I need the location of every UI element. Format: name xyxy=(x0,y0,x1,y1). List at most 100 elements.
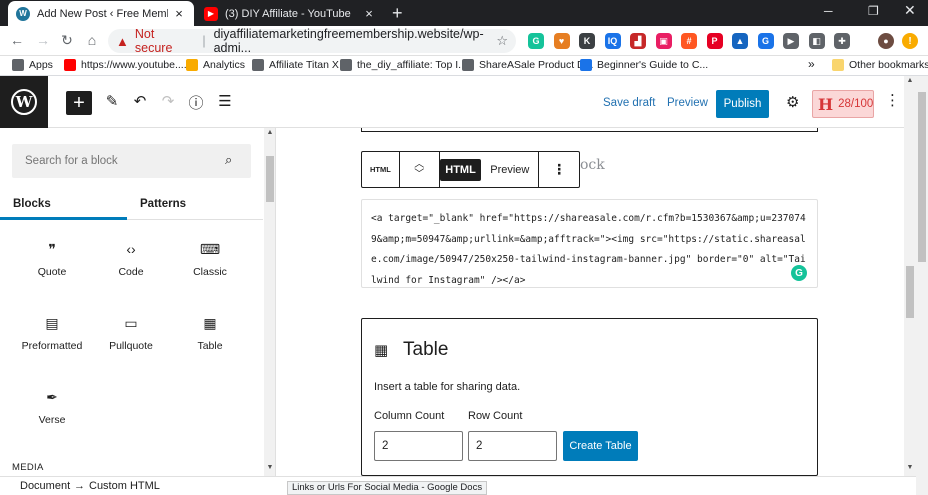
omnibox-divider: | xyxy=(202,34,206,48)
new-tab-icon[interactable]: + xyxy=(392,3,403,24)
iq-extension-icon[interactable]: IQ xyxy=(604,33,621,49)
scrollbar-thumb[interactable] xyxy=(266,156,274,202)
bookmark-label: ShareASale Product D... xyxy=(479,59,594,71)
more-options-icon[interactable]: ⋮ xyxy=(885,91,900,109)
canvas-scrollbar[interactable]: ▲ ▼ xyxy=(904,76,916,476)
bookmarks-bar: Apps https://www.youtube.... Analytics Affi… xyxy=(0,56,928,76)
translate-icon[interactable]: G xyxy=(757,33,774,49)
preview-tab-button[interactable]: Preview xyxy=(481,152,540,187)
close-tab-icon[interactable]: × xyxy=(172,6,186,21)
block-item-verse[interactable]: ✒ Verse xyxy=(12,386,92,426)
photo-extension-icon[interactable]: ▣ xyxy=(655,33,672,49)
bookmark-item[interactable]: Affiliate Titan X xyxy=(252,59,339,71)
scrollbar-thumb[interactable] xyxy=(906,266,914,318)
pinterest-icon[interactable]: P xyxy=(706,33,723,49)
column-count-input[interactable] xyxy=(374,431,463,461)
security-label: Not secure xyxy=(134,27,173,55)
window-scrollbar[interactable] xyxy=(916,76,928,495)
move-up-icon[interactable]: ︿ xyxy=(414,159,424,170)
home-icon[interactable]: ⌂ xyxy=(83,32,101,48)
settings-gear-icon[interactable]: ⚙ xyxy=(786,93,799,111)
scroll-down-icon[interactable]: ▼ xyxy=(264,464,275,471)
inserter-scrollbar[interactable]: ▲ ▼ xyxy=(264,128,275,476)
more-bookmarks-icon[interactable]: » xyxy=(808,57,815,71)
create-table-button[interactable]: Create Table xyxy=(563,431,638,461)
bookmark-item[interactable]: Beginner's Guide to C... xyxy=(580,59,708,71)
chart-extension-icon[interactable]: ▟ xyxy=(630,33,646,49)
table-icon: ▦ xyxy=(203,315,217,331)
bookmark-label: Apps xyxy=(29,59,53,71)
add-block-button[interactable]: + xyxy=(66,91,92,115)
close-window-icon[interactable]: ✕ xyxy=(904,2,916,19)
preview-button[interactable]: Preview xyxy=(667,97,708,109)
bookmark-item[interactable]: https://www.youtube.... xyxy=(64,59,187,71)
close-tab-icon[interactable]: × xyxy=(362,6,376,21)
heart-icon[interactable]: ♥ xyxy=(553,33,570,49)
block-item-quote[interactable]: ❞ Quote xyxy=(12,238,92,278)
tab-patterns[interactable]: Patterns xyxy=(140,198,186,210)
tailwind-icon[interactable]: ▲ xyxy=(732,33,748,49)
scroll-down-icon[interactable]: ▼ xyxy=(904,464,916,471)
breadcrumb-separator: → xyxy=(74,480,85,492)
screenshot-extension-icon[interactable]: ◧ xyxy=(808,33,825,49)
active-tab-indicator xyxy=(0,217,127,220)
bookmark-item[interactable]: Apps xyxy=(12,59,53,71)
save-draft-button[interactable]: Save draft xyxy=(603,97,655,109)
tab-youtube[interactable]: ▶ (3) DIY Affiliate - YouTube × xyxy=(196,1,384,26)
block-item-pullquote[interactable]: ▭ Pullquote xyxy=(91,312,171,352)
tab-add-new-post[interactable]: W Add New Post ‹ Free Membership F × xyxy=(8,1,194,26)
restore-icon[interactable]: ❐ xyxy=(868,4,879,18)
update-notice-icon[interactable]: ! xyxy=(902,33,918,49)
seo-logo-icon: H xyxy=(818,94,834,114)
block-item-classic[interactable]: ⌨ Classic xyxy=(170,238,250,278)
block-search-input[interactable] xyxy=(12,144,251,178)
html-tab-button[interactable]: HTML xyxy=(440,152,482,187)
back-icon[interactable]: ← xyxy=(8,32,26,48)
section-media-heading: MEDIA xyxy=(12,462,44,473)
forward-icon[interactable]: → xyxy=(34,32,52,48)
breadcrumb-document[interactable]: Document xyxy=(20,480,70,492)
row-count-input[interactable] xyxy=(468,431,557,461)
redo-icon[interactable]: ↷ xyxy=(159,92,177,110)
block-item-code[interactable]: ‹› Code xyxy=(91,238,171,278)
profile-avatar[interactable]: ● xyxy=(878,33,894,49)
list-view-icon[interactable]: ☰ xyxy=(216,92,234,110)
bookmark-item[interactable]: Analytics xyxy=(186,59,245,71)
bookmark-star-icon[interactable]: ☆ xyxy=(496,33,508,49)
table-block-title: Table xyxy=(403,339,449,360)
grammarly-icon[interactable]: G xyxy=(528,33,544,49)
breadcrumb-custom-html[interactable]: Custom HTML xyxy=(89,480,160,492)
wordpress-logo-button[interactable]: W xyxy=(0,76,48,128)
scrollbar-thumb[interactable] xyxy=(918,92,926,262)
tab-blocks[interactable]: Blocks xyxy=(13,198,51,210)
video-extension-icon[interactable]: ▶ xyxy=(783,33,799,49)
address-bar[interactable]: ▲ Not secure | diyaffiliatemarketingfree… xyxy=(108,27,516,55)
scroll-up-icon[interactable]: ▲ xyxy=(904,77,916,84)
puzzle-icon[interactable]: ✚ xyxy=(834,33,850,49)
seo-score-button[interactable]: H 28/100 xyxy=(812,90,874,118)
hashtag-extension-icon[interactable]: # xyxy=(681,33,697,49)
grammarly-badge-icon[interactable]: G xyxy=(791,265,807,281)
wordpress-favicon-icon: W xyxy=(16,6,30,21)
block-item-table[interactable]: ▦ Table xyxy=(170,312,250,352)
move-down-icon[interactable]: ﹀ xyxy=(414,169,424,180)
scroll-up-icon[interactable]: ▲ xyxy=(264,129,275,136)
block-options-icon[interactable]: ⋮ xyxy=(539,152,579,187)
feather-icon: ✒ xyxy=(46,389,58,405)
bookmark-item[interactable]: the_diy_affiliate: Top I... xyxy=(340,59,467,71)
other-bookmarks[interactable]: Other bookmarks xyxy=(832,59,928,71)
block-item-label: Pullquote xyxy=(109,340,153,352)
minimize-icon[interactable]: ─ xyxy=(824,4,833,18)
bookmark-item[interactable]: ShareASale Product D... xyxy=(462,59,593,71)
custom-html-textarea[interactable]: <a target="_blank" href="https://shareas… xyxy=(361,199,818,288)
block-item-preformatted[interactable]: ▤ Preformatted xyxy=(12,312,92,352)
publish-button[interactable]: Publish xyxy=(716,90,769,118)
block-type-html-button[interactable]: HTML xyxy=(362,152,400,187)
globe-icon xyxy=(340,59,352,71)
undo-icon[interactable]: ↶ xyxy=(131,92,149,110)
edit-tools-icon[interactable]: ✎ xyxy=(103,92,121,110)
k-extension-icon[interactable]: K xyxy=(579,33,595,49)
info-icon[interactable]: ⓘ xyxy=(187,92,205,113)
column-count-label: Column Count xyxy=(374,410,445,422)
reload-icon[interactable]: ↻ xyxy=(58,32,76,49)
